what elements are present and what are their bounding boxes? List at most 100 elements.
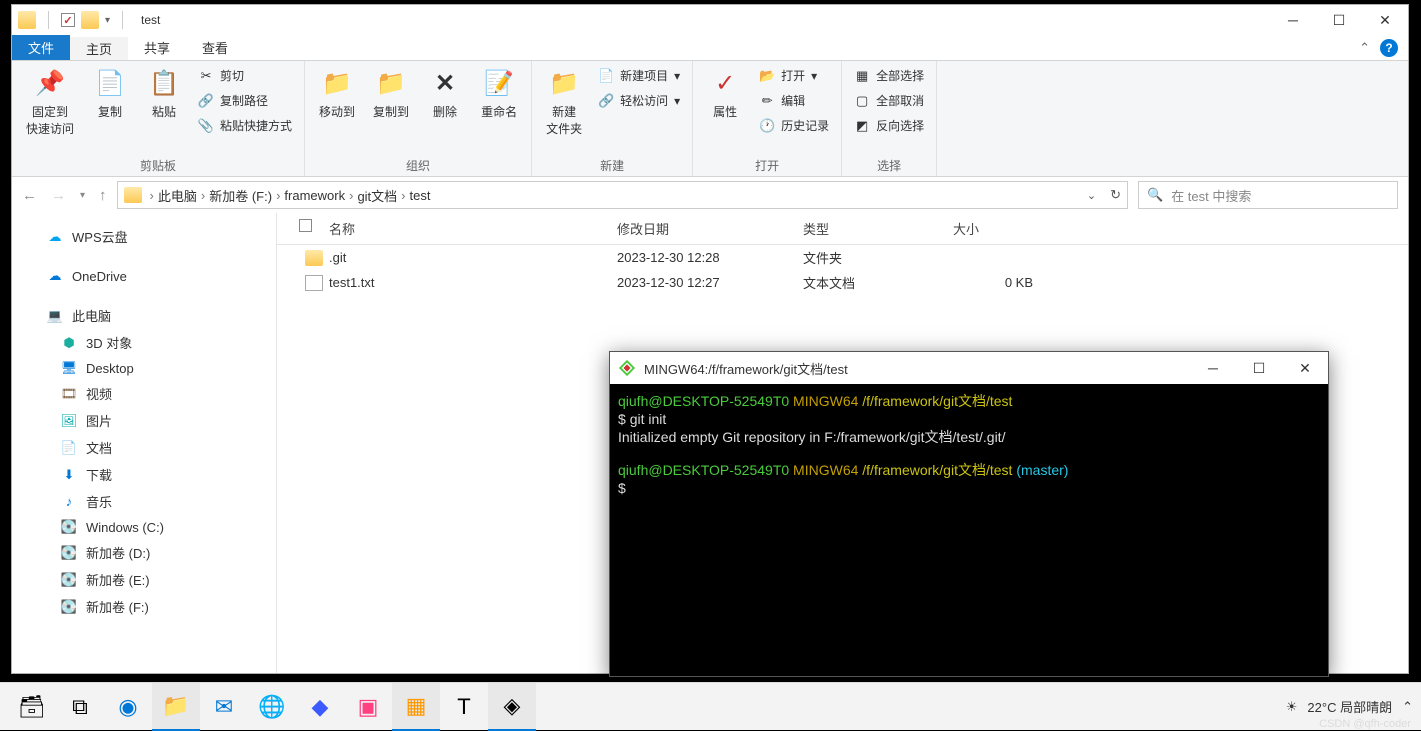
file-name: test1.txt xyxy=(329,275,617,290)
copy-path-button[interactable]: 🔗复制路径 xyxy=(194,90,296,111)
mingw-icon xyxy=(618,359,636,377)
open-button[interactable]: 📂打开 ▾ xyxy=(755,65,833,86)
minimize-button[interactable]: ─ xyxy=(1190,352,1236,384)
pin-button[interactable]: 📌固定到 快速访问 xyxy=(20,65,80,139)
breadcrumb-item[interactable]: git文档 xyxy=(357,186,397,205)
col-name[interactable]: 名称 xyxy=(329,219,617,238)
file-row[interactable]: test1.txt 2023-12-30 12:27 文本文档 0 KB xyxy=(277,270,1408,295)
sidebar-item-desktop[interactable]: 🖥Desktop xyxy=(12,356,276,380)
breadcrumb-item[interactable]: framework xyxy=(284,188,345,203)
sidebar-item-wps[interactable]: ☁WPS云盘 xyxy=(12,223,276,250)
tab-view[interactable]: 查看 xyxy=(186,35,244,60)
forward-button[interactable]: → xyxy=(51,187,66,204)
back-button[interactable]: ← xyxy=(22,187,37,204)
col-size[interactable]: 大小 xyxy=(953,219,1033,238)
collapse-ribbon-icon[interactable]: ⌃ xyxy=(1359,40,1370,56)
moveto-button[interactable]: 📁移动到 xyxy=(313,65,361,122)
drive-icon: 💽 xyxy=(60,519,78,535)
taskbar-edge[interactable]: ◉ xyxy=(104,683,152,731)
rename-icon: 📝 xyxy=(483,67,515,99)
taskbar-text[interactable]: T xyxy=(440,683,488,731)
sidebar-item-music[interactable]: ♪音乐 xyxy=(12,488,276,515)
taskbar-app[interactable]: ◆ xyxy=(296,683,344,731)
dropdown-icon[interactable]: ⌄ xyxy=(1087,189,1096,202)
tab-share[interactable]: 共享 xyxy=(128,35,186,60)
maximize-button[interactable]: ☐ xyxy=(1236,352,1282,384)
taskbar-mail[interactable]: ✉ xyxy=(200,683,248,731)
tab-home[interactable]: 主页 xyxy=(70,35,128,60)
invert-selection-button[interactable]: ◩反向选择 xyxy=(850,115,928,136)
file-row[interactable]: .git 2023-12-30 12:28 文件夹 xyxy=(277,245,1408,270)
sidebar-item-drive-d[interactable]: 💽新加卷 (D:) xyxy=(12,539,276,566)
col-date[interactable]: 修改日期 xyxy=(617,219,803,238)
paste-shortcut-button[interactable]: 📎粘贴快捷方式 xyxy=(194,115,296,136)
tray-chevron-icon[interactable]: ⌃ xyxy=(1402,699,1413,715)
up-button[interactable]: ↑ xyxy=(99,187,107,204)
watermark: CSDN @qfh-coder xyxy=(1319,718,1411,730)
video-icon: 🎞 xyxy=(60,386,78,402)
paste-button[interactable]: 📋粘贴 xyxy=(140,65,188,122)
copypath-icon: 🔗 xyxy=(198,93,214,109)
qat-check-icon[interactable]: ✓ xyxy=(61,13,75,27)
weather-icon[interactable]: ☀ xyxy=(1286,699,1298,715)
terminal-window: MINGW64:/f/framework/git文档/test ─ ☐ ✕ qi… xyxy=(609,351,1329,677)
sidebar-item-drive-c[interactable]: 💽Windows (C:) xyxy=(12,515,276,539)
taskbar-start[interactable]: 🗃 xyxy=(8,683,56,731)
address-bar[interactable]: › 此电脑 › 新加卷 (F:) › framework › git文档 › t… xyxy=(117,181,1128,209)
terminal-body[interactable]: qiufh@DESKTOP-52549T0 MINGW64 /f/framewo… xyxy=(610,384,1328,505)
qat-dropdown-icon[interactable]: ▾ xyxy=(105,15,110,26)
group-label: 选择 xyxy=(850,155,928,174)
close-button[interactable]: ✕ xyxy=(1362,5,1408,35)
sidebar-item-downloads[interactable]: ⬇下载 xyxy=(12,461,276,488)
drive-icon: 💽 xyxy=(60,572,78,588)
minimize-button[interactable]: ─ xyxy=(1270,5,1316,35)
taskbar-mingw[interactable]: ◈ xyxy=(488,683,536,731)
properties-button[interactable]: ✓属性 xyxy=(701,65,749,122)
sidebar-item-3d[interactable]: ⬢3D 对象 xyxy=(12,329,276,356)
breadcrumb-item[interactable]: 此电脑 xyxy=(158,186,197,205)
sidebar-item-documents[interactable]: 📄文档 xyxy=(12,434,276,461)
sidebar-item-pictures[interactable]: 🖼图片 xyxy=(12,407,276,434)
taskbar-bilibili[interactable]: ▣ xyxy=(344,683,392,731)
close-button[interactable]: ✕ xyxy=(1282,352,1328,384)
copyto-button[interactable]: 📁复制到 xyxy=(367,65,415,122)
sidebar-item-thispc[interactable]: 💻此电脑 xyxy=(12,302,276,329)
refresh-button[interactable]: ↻ xyxy=(1110,187,1121,203)
crumb-sep-icon: › xyxy=(201,188,205,203)
edit-button[interactable]: ✏编辑 xyxy=(755,90,833,111)
breadcrumb-item[interactable]: test xyxy=(410,188,431,203)
recent-button[interactable]: ▾ xyxy=(80,190,85,201)
select-none-button[interactable]: ▢全部取消 xyxy=(850,90,928,111)
easy-access-button[interactable]: 🔗轻松访问 ▾ xyxy=(594,90,684,111)
history-button[interactable]: 🕐历史记录 xyxy=(755,115,833,136)
select-all-checkbox[interactable] xyxy=(299,219,312,232)
taskbar-vm[interactable]: ▦ xyxy=(392,683,440,731)
cut-button[interactable]: ✂剪切 xyxy=(194,65,296,86)
taskbar-explorer[interactable]: 📁 xyxy=(152,683,200,731)
breadcrumb-item[interactable]: 新加卷 (F:) xyxy=(209,186,272,205)
tab-file[interactable]: 文件 xyxy=(12,35,70,60)
picture-icon: 🖼 xyxy=(60,413,78,429)
col-type[interactable]: 类型 xyxy=(803,219,953,238)
new-folder-button[interactable]: 📁新建 文件夹 xyxy=(540,65,588,139)
delete-button[interactable]: ✕删除 xyxy=(421,65,469,122)
new-item-button[interactable]: 📄新建项目 ▾ xyxy=(594,65,684,86)
cloud-icon: ☁ xyxy=(46,229,64,245)
search-input[interactable]: 🔍 在 test 中搜索 xyxy=(1138,181,1398,209)
rename-button[interactable]: 📝重命名 xyxy=(475,65,523,122)
sidebar-item-drive-f[interactable]: 💽新加卷 (F:) xyxy=(12,593,276,620)
file-type: 文件夹 xyxy=(803,248,953,267)
sidebar-item-drive-e[interactable]: 💽新加卷 (E:) xyxy=(12,566,276,593)
folder-icon xyxy=(18,11,36,29)
taskbar-chrome[interactable]: 🌐 xyxy=(248,683,296,731)
taskbar-taskview[interactable]: ⧉ xyxy=(56,683,104,731)
copy-button[interactable]: 📄复制 xyxy=(86,65,134,122)
desktop-icon: 🖥 xyxy=(60,360,78,376)
weather-text[interactable]: 22°C 局部晴朗 xyxy=(1307,697,1392,716)
sidebar-item-videos[interactable]: 🎞视频 xyxy=(12,380,276,407)
access-icon: 🔗 xyxy=(598,93,614,109)
sidebar-item-onedrive[interactable]: ☁OneDrive xyxy=(12,264,276,288)
maximize-button[interactable]: ☐ xyxy=(1316,5,1362,35)
help-icon[interactable]: ? xyxy=(1380,39,1398,57)
select-all-button[interactable]: ▦全部选择 xyxy=(850,65,928,86)
